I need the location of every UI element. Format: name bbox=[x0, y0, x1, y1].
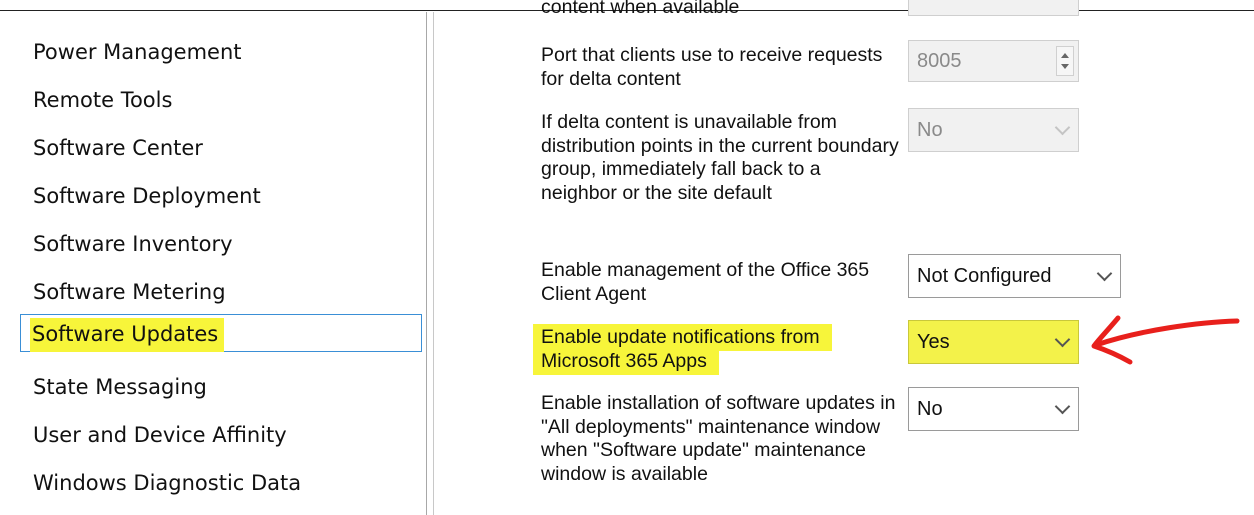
chevron-down-icon bbox=[1054, 119, 1071, 136]
chevron-down-icon bbox=[1096, 265, 1113, 282]
nav-item-user-device-affinity[interactable]: User and Device Affinity bbox=[20, 416, 422, 454]
delta-fallback-select: No bbox=[908, 108, 1079, 152]
spin-buttons bbox=[1056, 46, 1074, 76]
selected-value: Yes bbox=[917, 331, 950, 353]
nav-item-label: Software Deployment bbox=[33, 184, 261, 208]
nav-item-power-management[interactable]: Power Management bbox=[20, 33, 422, 71]
pane-divider-inner bbox=[433, 12, 434, 515]
nav-item-label: Software Inventory bbox=[33, 232, 233, 256]
cut-off-setting-control bbox=[908, 0, 1079, 16]
port-number-stepper: 8005 bbox=[908, 40, 1079, 82]
port-setting-label: Port that clients use to receive request… bbox=[541, 44, 883, 90]
nav-item-label: Software Updates bbox=[30, 318, 225, 352]
update-notifications-label: Enable update notifications from Microso… bbox=[533, 324, 881, 375]
nav-item-software-updates[interactable]: Software Updates bbox=[20, 314, 422, 352]
pane-divider bbox=[426, 12, 427, 515]
nav-item-software-metering[interactable]: Software Metering bbox=[20, 273, 422, 311]
cut-off-setting-label: content when available bbox=[541, 0, 740, 18]
selected-value: Not Configured bbox=[917, 265, 1052, 287]
settings-category-list: Power Management Remote Tools Software C… bbox=[0, 12, 426, 515]
nav-item-software-deployment[interactable]: Software Deployment bbox=[20, 177, 422, 215]
nav-item-label: Remote Tools bbox=[33, 88, 173, 112]
selected-value: No bbox=[917, 398, 943, 420]
port-value: 8005 bbox=[917, 50, 962, 72]
chevron-down-icon bbox=[1054, 398, 1071, 415]
nav-item-label: Windows Diagnostic Data bbox=[33, 471, 302, 495]
update-notifications-label-text: Enable update notifications from Microso… bbox=[533, 324, 832, 375]
selected-value: No bbox=[917, 119, 943, 141]
spin-up-icon bbox=[1061, 53, 1069, 58]
office-agent-select[interactable]: Not Configured bbox=[908, 254, 1121, 298]
office-agent-label: Enable management of the Office 365 Clie… bbox=[541, 259, 870, 305]
nav-item-software-center[interactable]: Software Center bbox=[20, 129, 422, 167]
install-in-window-label: Enable installation of software updates … bbox=[541, 392, 896, 485]
nav-item-label: Power Management bbox=[33, 40, 242, 64]
nav-item-label: Software Center bbox=[33, 136, 203, 160]
nav-item-remote-tools[interactable]: Remote Tools bbox=[20, 81, 422, 119]
update-notifications-select[interactable]: Yes bbox=[908, 320, 1079, 364]
spin-down-icon bbox=[1061, 64, 1069, 69]
install-in-window-select[interactable]: No bbox=[908, 387, 1079, 431]
nav-item-state-messaging[interactable]: State Messaging bbox=[20, 368, 422, 406]
nav-item-label: State Messaging bbox=[33, 375, 207, 399]
annotation-arrow-icon bbox=[1091, 315, 1240, 365]
nav-item-label: Software Metering bbox=[33, 280, 226, 304]
chevron-down-icon bbox=[1054, 331, 1071, 348]
delta-fallback-label: If delta content is unavailable from dis… bbox=[541, 111, 899, 204]
nav-item-label: User and Device Affinity bbox=[33, 423, 287, 447]
nav-item-software-inventory[interactable]: Software Inventory bbox=[20, 225, 422, 263]
nav-item-windows-diagnostic-data[interactable]: Windows Diagnostic Data bbox=[20, 464, 422, 502]
